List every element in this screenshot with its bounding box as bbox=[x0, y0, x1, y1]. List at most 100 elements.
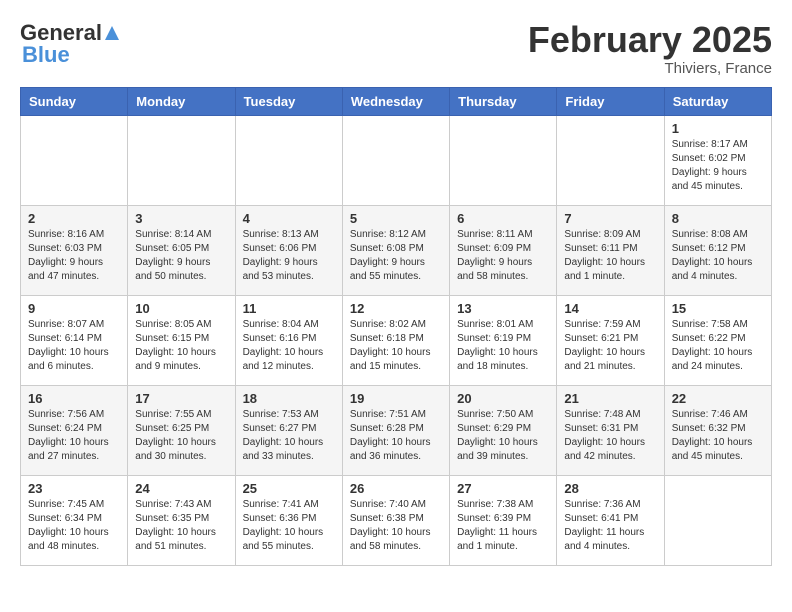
calendar-cell-w3-d6: 15 Sunrise: 7:58 AM Sunset: 6:22 PM Dayli… bbox=[664, 295, 771, 385]
day-info: Sunrise: 7:45 AM Sunset: 6:34 PM Dayligh… bbox=[28, 498, 120, 554]
day-info: Sunrise: 8:14 AM Sunset: 6:05 PM Dayligh… bbox=[135, 228, 227, 284]
day-number: 8 bbox=[672, 211, 764, 226]
day-info: Sunrise: 8:05 AM Sunset: 6:15 PM Dayligh… bbox=[135, 318, 227, 374]
day-number: 3 bbox=[135, 211, 227, 226]
calendar-cell-w3-d0: 9 Sunrise: 8:07 AM Sunset: 6:14 PM Daylig… bbox=[21, 295, 128, 385]
calendar-cell-w1-d4 bbox=[450, 115, 557, 205]
logo-triangle-icon bbox=[103, 24, 121, 42]
day-info: Sunrise: 8:04 AM Sunset: 6:16 PM Dayligh… bbox=[243, 318, 335, 374]
day-number: 24 bbox=[135, 481, 227, 496]
calendar-cell-w3-d1: 10 Sunrise: 8:05 AM Sunset: 6:15 PM Dayli… bbox=[128, 295, 235, 385]
day-number: 1 bbox=[672, 121, 764, 136]
day-number: 19 bbox=[350, 391, 442, 406]
calendar-cell-w1-d3 bbox=[342, 115, 449, 205]
calendar-cell-w4-d2: 18 Sunrise: 7:53 AM Sunset: 6:27 PM Dayli… bbox=[235, 385, 342, 475]
calendar-week-4: 16 Sunrise: 7:56 AM Sunset: 6:24 PM Dayli… bbox=[21, 385, 772, 475]
day-number: 9 bbox=[28, 301, 120, 316]
calendar-cell-w5-d5: 28 Sunrise: 7:36 AM Sunset: 6:41 PM Dayli… bbox=[557, 475, 664, 565]
calendar-cell-w4-d4: 20 Sunrise: 7:50 AM Sunset: 6:29 PM Dayli… bbox=[450, 385, 557, 475]
calendar-header-row: Sunday Monday Tuesday Wednesday Thursday… bbox=[21, 87, 772, 115]
calendar-cell-w2-d3: 5Sunrise: 8:12 AM Sunset: 6:08 PM Daylig… bbox=[342, 205, 449, 295]
day-number: 27 bbox=[457, 481, 549, 496]
day-info: Sunrise: 7:43 AM Sunset: 6:35 PM Dayligh… bbox=[135, 498, 227, 554]
calendar-cell-w1-d0 bbox=[21, 115, 128, 205]
calendar-cell-w3-d5: 14 Sunrise: 7:59 AM Sunset: 6:21 PM Dayli… bbox=[557, 295, 664, 385]
calendar-cell-w1-d1 bbox=[128, 115, 235, 205]
col-saturday: Saturday bbox=[664, 87, 771, 115]
calendar-cell-w5-d2: 25 Sunrise: 7:41 AM Sunset: 6:36 PM Dayli… bbox=[235, 475, 342, 565]
day-number: 7 bbox=[564, 211, 656, 226]
calendar-cell-w2-d1: 3 Sunrise: 8:14 AM Sunset: 6:05 PM Daylig… bbox=[128, 205, 235, 295]
month-title: February 2025 bbox=[528, 20, 772, 60]
day-info: Sunrise: 7:40 AM Sunset: 6:38 PM Dayligh… bbox=[350, 498, 442, 554]
day-number: 23 bbox=[28, 481, 120, 496]
day-number: 14 bbox=[564, 301, 656, 316]
day-info: Sunrise: 7:51 AM Sunset: 6:28 PM Dayligh… bbox=[350, 408, 442, 464]
calendar-cell-w2-d4: 6 Sunrise: 8:11 AM Sunset: 6:09 PM Daylig… bbox=[450, 205, 557, 295]
day-number: 20 bbox=[457, 391, 549, 406]
day-info: Sunrise: 7:48 AM Sunset: 6:31 PM Dayligh… bbox=[564, 408, 656, 464]
day-info: Sunrise: 8:12 AM Sunset: 6:08 PM Dayligh… bbox=[350, 228, 442, 284]
day-number: 4 bbox=[243, 211, 335, 226]
day-info: Sunrise: 8:11 AM Sunset: 6:09 PM Dayligh… bbox=[457, 228, 549, 284]
day-info: Sunrise: 7:53 AM Sunset: 6:27 PM Dayligh… bbox=[243, 408, 335, 464]
day-number: 26 bbox=[350, 481, 442, 496]
calendar-cell-w5-d4: 27 Sunrise: 7:38 AM Sunset: 6:39 PM Dayli… bbox=[450, 475, 557, 565]
calendar-cell-w5-d0: 23 Sunrise: 7:45 AM Sunset: 6:34 PM Dayli… bbox=[21, 475, 128, 565]
calendar-cell-w3-d3: 12 Sunrise: 8:02 AM Sunset: 6:18 PM Dayli… bbox=[342, 295, 449, 385]
day-info: Sunrise: 8:02 AM Sunset: 6:18 PM Dayligh… bbox=[350, 318, 442, 374]
calendar-cell-w4-d1: 17 Sunrise: 7:55 AM Sunset: 6:25 PM Dayli… bbox=[128, 385, 235, 475]
day-info: Sunrise: 7:59 AM Sunset: 6:21 PM Dayligh… bbox=[564, 318, 656, 374]
page-header: General Blue February 2025 Thiviers, Fra… bbox=[20, 20, 772, 77]
day-info: Sunrise: 8:01 AM Sunset: 6:19 PM Dayligh… bbox=[457, 318, 549, 374]
logo-blue: Blue bbox=[20, 42, 70, 68]
calendar-table: Sunday Monday Tuesday Wednesday Thursday… bbox=[20, 87, 772, 566]
day-number: 28 bbox=[564, 481, 656, 496]
day-info: Sunrise: 7:55 AM Sunset: 6:25 PM Dayligh… bbox=[135, 408, 227, 464]
day-info: Sunrise: 8:13 AM Sunset: 6:06 PM Dayligh… bbox=[243, 228, 335, 284]
day-number: 16 bbox=[28, 391, 120, 406]
calendar-cell-w3-d4: 13 Sunrise: 8:01 AM Sunset: 6:19 PM Dayli… bbox=[450, 295, 557, 385]
day-number: 17 bbox=[135, 391, 227, 406]
day-number: 21 bbox=[564, 391, 656, 406]
calendar-cell-w5-d1: 24 Sunrise: 7:43 AM Sunset: 6:35 PM Dayli… bbox=[128, 475, 235, 565]
calendar-cell-w4-d6: 22Sunrise: 7:46 AM Sunset: 6:32 PM Dayli… bbox=[664, 385, 771, 475]
day-number: 10 bbox=[135, 301, 227, 316]
calendar-cell-w1-d2 bbox=[235, 115, 342, 205]
location: Thiviers, France bbox=[528, 60, 772, 77]
title-section: February 2025 Thiviers, France bbox=[528, 20, 772, 77]
calendar-cell-w2-d6: 8Sunrise: 8:08 AM Sunset: 6:12 PM Daylig… bbox=[664, 205, 771, 295]
day-info: Sunrise: 8:07 AM Sunset: 6:14 PM Dayligh… bbox=[28, 318, 120, 374]
day-info: Sunrise: 8:17 AM Sunset: 6:02 PM Dayligh… bbox=[672, 138, 764, 194]
logo: General Blue bbox=[20, 20, 122, 68]
calendar-week-5: 23 Sunrise: 7:45 AM Sunset: 6:34 PM Dayli… bbox=[21, 475, 772, 565]
day-number: 18 bbox=[243, 391, 335, 406]
day-number: 12 bbox=[350, 301, 442, 316]
day-info: Sunrise: 7:58 AM Sunset: 6:22 PM Dayligh… bbox=[672, 318, 764, 374]
calendar-cell-w2-d0: 2Sunrise: 8:16 AM Sunset: 6:03 PM Daylig… bbox=[21, 205, 128, 295]
col-thursday: Thursday bbox=[450, 87, 557, 115]
day-info: Sunrise: 7:56 AM Sunset: 6:24 PM Dayligh… bbox=[28, 408, 120, 464]
col-sunday: Sunday bbox=[21, 87, 128, 115]
calendar-cell-w4-d3: 19 Sunrise: 7:51 AM Sunset: 6:28 PM Dayli… bbox=[342, 385, 449, 475]
day-number: 11 bbox=[243, 301, 335, 316]
col-wednesday: Wednesday bbox=[342, 87, 449, 115]
day-number: 6 bbox=[457, 211, 549, 226]
calendar-cell-w3-d2: 11 Sunrise: 8:04 AM Sunset: 6:16 PM Dayli… bbox=[235, 295, 342, 385]
day-info: Sunrise: 7:50 AM Sunset: 6:29 PM Dayligh… bbox=[457, 408, 549, 464]
day-info: Sunrise: 7:46 AM Sunset: 6:32 PM Dayligh… bbox=[672, 408, 764, 464]
calendar-week-1: 1 Sunrise: 8:17 AM Sunset: 6:02 PM Daylig… bbox=[21, 115, 772, 205]
calendar-cell-w5-d6 bbox=[664, 475, 771, 565]
day-info: Sunrise: 8:16 AM Sunset: 6:03 PM Dayligh… bbox=[28, 228, 120, 284]
calendar-cell-w1-d6: 1 Sunrise: 8:17 AM Sunset: 6:02 PM Daylig… bbox=[664, 115, 771, 205]
calendar-cell-w1-d5 bbox=[557, 115, 664, 205]
day-number: 15 bbox=[672, 301, 764, 316]
day-info: Sunrise: 7:38 AM Sunset: 6:39 PM Dayligh… bbox=[457, 498, 549, 554]
calendar-cell-w2-d5: 7 Sunrise: 8:09 AM Sunset: 6:11 PM Daylig… bbox=[557, 205, 664, 295]
calendar-cell-w5-d3: 26 Sunrise: 7:40 AM Sunset: 6:38 PM Dayli… bbox=[342, 475, 449, 565]
day-info: Sunrise: 7:41 AM Sunset: 6:36 PM Dayligh… bbox=[243, 498, 335, 554]
day-number: 25 bbox=[243, 481, 335, 496]
day-info: Sunrise: 8:09 AM Sunset: 6:11 PM Dayligh… bbox=[564, 228, 656, 284]
day-number: 13 bbox=[457, 301, 549, 316]
day-info: Sunrise: 7:36 AM Sunset: 6:41 PM Dayligh… bbox=[564, 498, 656, 554]
